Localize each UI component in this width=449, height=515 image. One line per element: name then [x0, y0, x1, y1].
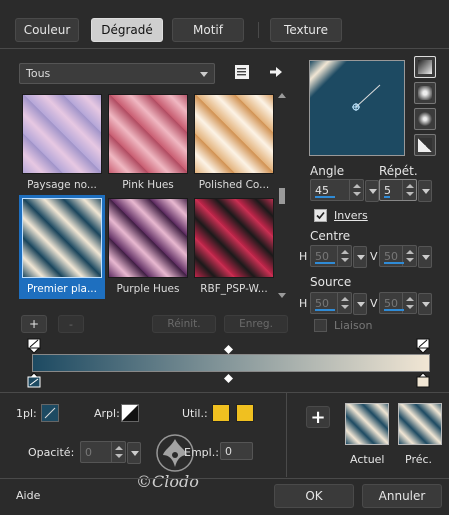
list-view-icon[interactable]	[234, 64, 250, 80]
gradient-thumb-label: Polished Co...	[198, 179, 270, 191]
gradient-midpoint-bottom[interactable]	[224, 373, 233, 386]
angle-label: Angle	[310, 164, 345, 178]
gradient-thumbnail	[194, 198, 274, 278]
center-label: Centre	[310, 229, 351, 243]
previous-preview[interactable]	[398, 403, 442, 445]
location-input[interactable]: 0	[220, 442, 253, 460]
gradient-thumb-item[interactable]: Paysage no...	[19, 91, 105, 195]
gradient-thumbnail	[108, 198, 188, 278]
tab-4[interactable]: Texture	[270, 18, 342, 42]
save-button[interactable]: Enreg.	[224, 315, 288, 333]
filter-dropdown[interactable]: Tous	[19, 63, 215, 84]
gradient-thumb-item[interactable]: RBF_PSP-W...	[191, 195, 277, 299]
gradient-stop-bottom-right[interactable]	[416, 372, 430, 391]
add-stop-button[interactable]: +	[306, 406, 330, 428]
watermark-text: ©Clodo	[136, 472, 199, 491]
current-preview	[345, 403, 389, 445]
gradient-thumbnail	[22, 198, 102, 278]
source-v-dropdown[interactable]	[418, 293, 432, 315]
ok-button[interactable]: OK	[274, 484, 354, 508]
background-plan-label: Arpl:	[94, 407, 120, 420]
source-v-input[interactable]: 50	[379, 292, 432, 315]
gradient-thumbnail	[108, 94, 188, 174]
gradient-thumb-item[interactable]: Premier pla...	[19, 195, 105, 299]
gradient-thumbnail	[194, 94, 274, 174]
center-v-input[interactable]: 50	[379, 245, 432, 268]
gradient-stop-bottom-left[interactable]	[27, 372, 41, 391]
angle-input[interactable]: 45	[310, 179, 379, 202]
center-h-input[interactable]: 50	[310, 245, 367, 268]
opacity-spinner[interactable]	[111, 442, 125, 462]
filter-dropdown-value: Tous	[26, 67, 51, 80]
center-h-label: H	[299, 250, 308, 263]
gradient-thumb-item[interactable]: Pink Hues	[105, 91, 191, 195]
user-color-swatch-1[interactable]	[212, 404, 230, 422]
gradient-stop-top-right[interactable]	[416, 338, 430, 357]
source-h-spinner[interactable]	[337, 293, 351, 313]
source-h-label: H	[299, 297, 308, 310]
gradient-thumb-label: Paysage no...	[27, 179, 97, 191]
gradient-preview[interactable]	[309, 60, 405, 156]
previous-label: Préc.	[405, 453, 433, 466]
gradient-thumb-label: Purple Hues	[116, 283, 180, 295]
link-label: Liaison	[334, 319, 373, 332]
gradient-thumb-label: RBF_PSP-W...	[200, 283, 268, 295]
current-label: Actuel	[350, 453, 385, 466]
center-h-spinner[interactable]	[337, 246, 351, 266]
tab-3[interactable]: Motif	[172, 18, 244, 42]
add-gradient-button[interactable]: +	[21, 315, 47, 333]
gradient-thumb-label: Premier pla...	[27, 283, 97, 295]
gradient-gallery: Paysage no... Pink Hues Polished Co... Prem…	[19, 91, 293, 302]
source-label: Source	[310, 275, 352, 289]
opacity-label: Opacité:	[28, 446, 75, 459]
source-h-input[interactable]: 50	[310, 292, 367, 315]
linear-gradient-button[interactable]	[414, 56, 436, 78]
source-v-spinner[interactable]	[402, 293, 416, 313]
repeat-spinner[interactable]	[402, 180, 416, 200]
arrow-right-icon[interactable]	[268, 64, 284, 80]
invert-checkbox[interactable]	[314, 209, 327, 222]
gallery-scrollbar[interactable]	[277, 91, 287, 302]
invert-label: Invers	[334, 209, 368, 222]
rectangular-gradient-button[interactable]	[414, 82, 436, 104]
source-h-dropdown[interactable]	[353, 293, 367, 315]
background-plan-swatch[interactable]	[121, 404, 139, 422]
gradient-stop-top-left[interactable]	[27, 338, 41, 357]
angle-dropdown[interactable]	[365, 180, 379, 202]
center-v-spinner[interactable]	[402, 246, 416, 266]
cancel-button[interactable]: Annuler	[362, 484, 442, 508]
link-checkbox[interactable]	[314, 319, 327, 332]
first-plan-label: 1pl:	[16, 407, 37, 420]
opacity-input[interactable]: 0	[80, 441, 141, 464]
user-color-swatch-2[interactable]	[236, 404, 254, 422]
tab-2[interactable]: Dégradé	[91, 18, 163, 42]
user-color-label: Util.:	[182, 407, 208, 420]
gradient-midpoint-top[interactable]	[224, 344, 233, 357]
center-v-dropdown[interactable]	[418, 246, 432, 268]
angle-spinner[interactable]	[349, 180, 363, 200]
help-link[interactable]: Aide	[16, 489, 40, 502]
radial-gradient-button[interactable]	[414, 108, 436, 130]
center-v-label: V	[370, 250, 378, 263]
first-plan-swatch[interactable]	[41, 404, 59, 422]
repeat-dropdown[interactable]	[418, 180, 432, 202]
remove-gradient-button[interactable]: -	[58, 315, 84, 333]
center-h-dropdown[interactable]	[353, 246, 367, 268]
gradient-thumb-item[interactable]: Purple Hues	[105, 195, 191, 299]
repeat-input[interactable]: 5	[379, 179, 432, 202]
gradient-thumbnail	[22, 94, 102, 174]
gradient-thumb-item[interactable]: Polished Co...	[191, 91, 277, 195]
sunburst-gradient-button[interactable]	[414, 134, 436, 156]
repeat-label: Répét.	[379, 164, 418, 178]
gradient-thumb-label: Pink Hues	[122, 179, 174, 191]
reset-button[interactable]: Réinit.	[152, 315, 216, 333]
chevron-down-icon	[200, 71, 208, 77]
source-v-label: V	[370, 297, 378, 310]
tab-1[interactable]: Couleur	[15, 18, 79, 42]
